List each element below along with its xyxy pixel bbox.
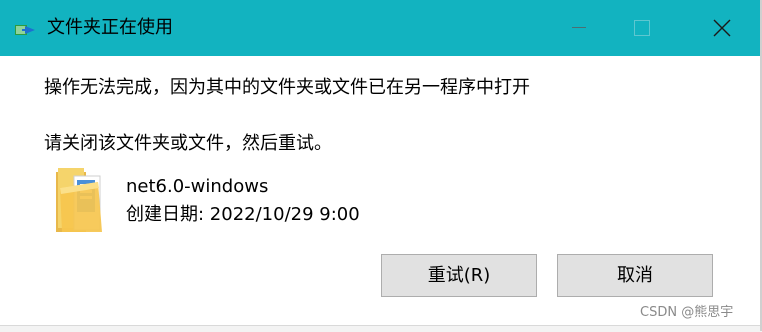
window-title: 文件夹正在使用 xyxy=(47,17,173,38)
file-created-date: 创建日期: 2022/10/29 9:00 xyxy=(126,204,360,225)
maximize-icon xyxy=(634,20,650,36)
folder-icon xyxy=(56,168,102,232)
minimize-icon xyxy=(572,27,586,28)
watermark: CSDN @熊思宇 xyxy=(640,305,734,320)
close-icon xyxy=(713,19,731,37)
instruction-message: 请关闭该文件夹或文件，然后重试。 xyxy=(44,133,332,154)
title-bar[interactable]: 文件夹正在使用 xyxy=(0,0,762,56)
retry-button[interactable]: 重试(R) xyxy=(381,254,537,297)
cancel-button[interactable]: 取消 xyxy=(557,254,713,297)
close-button[interactable] xyxy=(684,0,760,56)
dialog-window: 文件夹正在使用 操作无法完成，因为其中的文件夹或文件已在另一程序中打开 请关闭该… xyxy=(0,0,762,325)
maximize-button[interactable] xyxy=(604,0,680,56)
file-name: net6.0-windows xyxy=(126,176,269,197)
folder-move-icon xyxy=(15,25,35,35)
error-message: 操作无法完成，因为其中的文件夹或文件已在另一程序中打开 xyxy=(44,77,530,98)
